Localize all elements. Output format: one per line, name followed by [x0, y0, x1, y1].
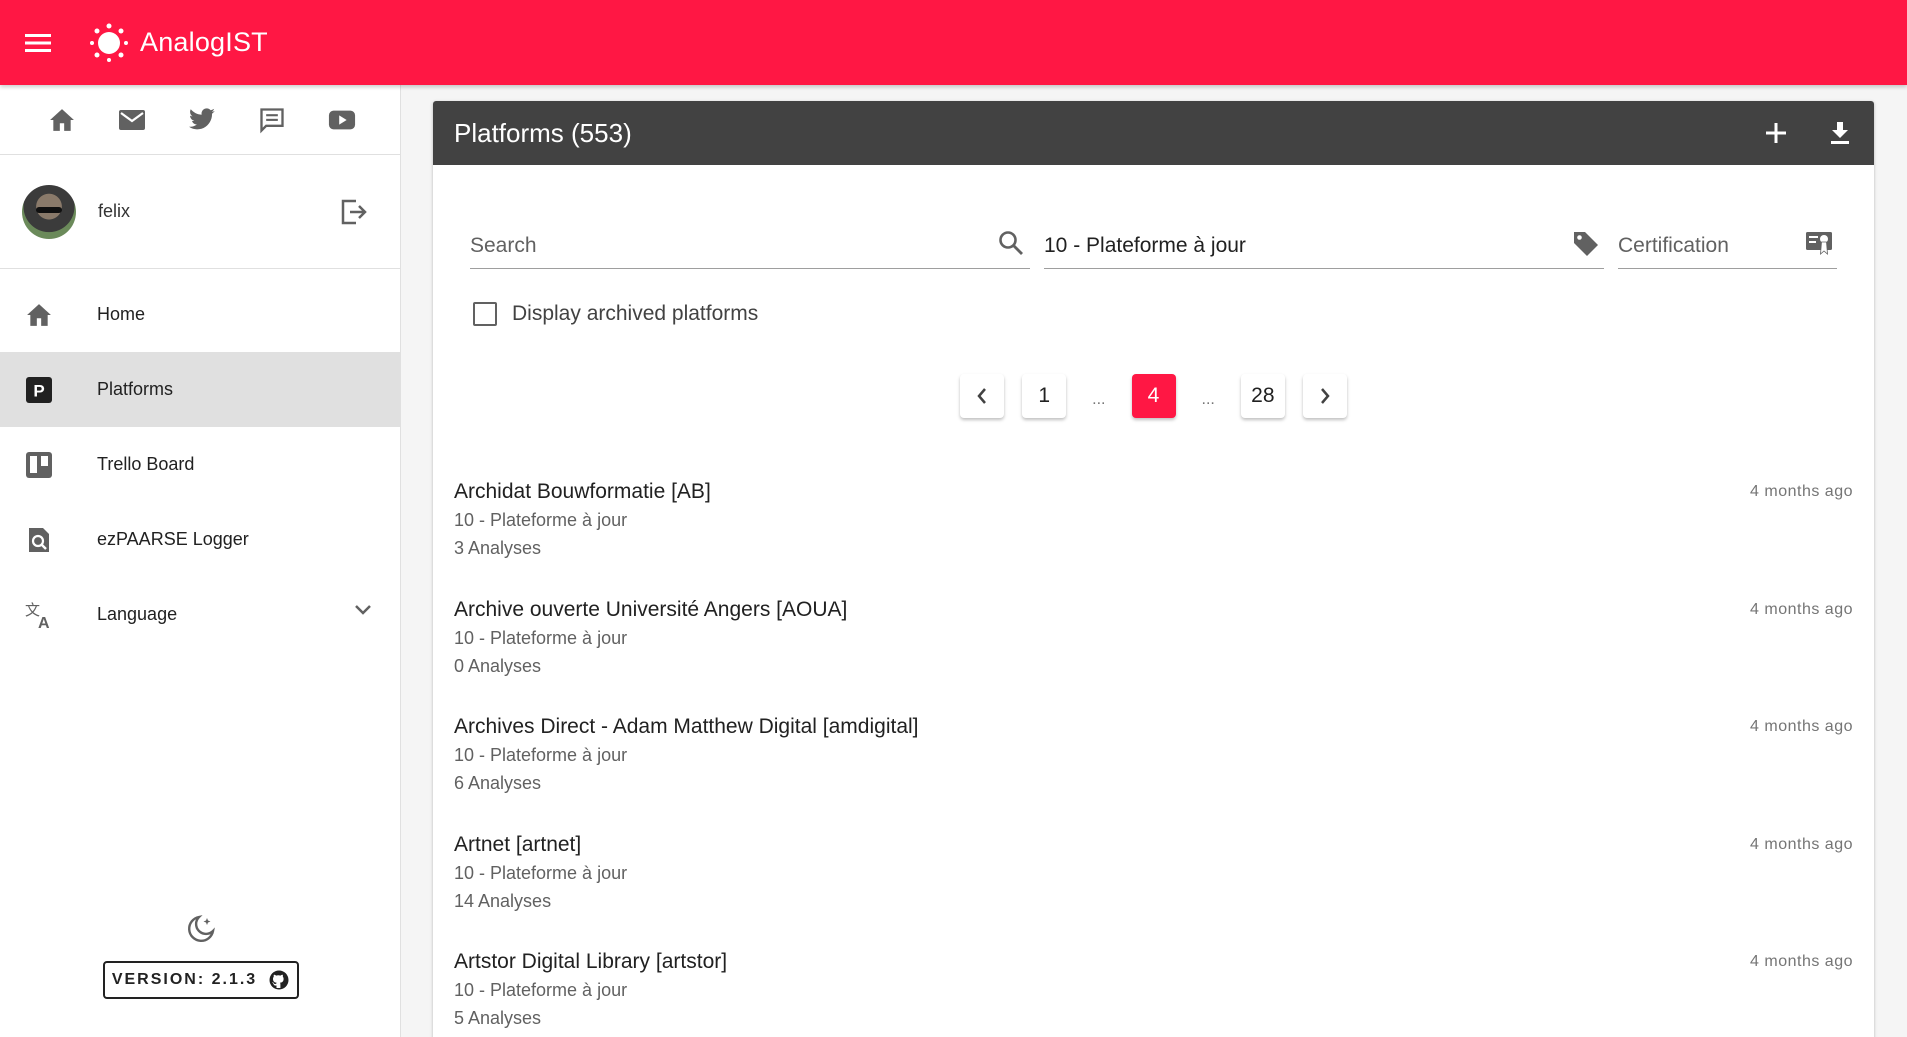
log-search-icon: [24, 525, 54, 555]
page-button-first[interactable]: 1: [1022, 374, 1067, 418]
pagination-ellipsis: ...: [1092, 391, 1106, 408]
certification-field[interactable]: [1618, 211, 1837, 269]
logo-icon: [88, 22, 130, 64]
pagination: 1 ... 4 ... 28: [433, 374, 1874, 418]
version-button[interactable]: VERSION: 2.1.3: [102, 961, 299, 999]
app-bar: AnalogIST: [0, 0, 1907, 85]
version-label: VERSION: 2.1.3: [111, 971, 258, 988]
github-icon: [269, 970, 289, 990]
sidebar-item-ezpaarse-logger[interactable]: ezPAARSE Logger: [0, 502, 400, 577]
platform-analyses: 14 Analyses: [454, 890, 552, 911]
next-page-button[interactable]: [1302, 374, 1347, 418]
user-profile: felix: [0, 155, 400, 269]
trello-icon: [24, 450, 54, 480]
platform-name: Artstor Digital Library [artstor]: [454, 950, 728, 973]
tag-filter-input[interactable]: [1044, 234, 1492, 258]
platform-status: 10 - Plateforme à jour: [454, 745, 628, 765]
platform-updated: 4 months ago: [1750, 483, 1853, 500]
list-item[interactable]: Artstor Digital Library [artstor] 10 - P…: [433, 937, 1874, 1037]
platform-p-icon: P: [24, 375, 54, 405]
platform-status: 10 - Plateforme à jour: [454, 627, 628, 648]
svg-text:A: A: [38, 615, 50, 630]
list-item[interactable]: Artnet [artnet] 10 - Plateforme à jour 1…: [433, 820, 1874, 938]
platform-updated: 4 months ago: [1750, 718, 1853, 735]
download-icon[interactable]: [1824, 117, 1856, 149]
search-input[interactable]: [470, 234, 918, 258]
platform-status: 10 - Plateforme à jour: [454, 862, 628, 883]
list-item[interactable]: Archives Direct - Adam Matthew Digital […: [433, 702, 1874, 820]
avatar: [22, 184, 76, 239]
platform-status: 10 - Plateforme à jour: [454, 980, 628, 1000]
platform-updated: 4 months ago: [1750, 600, 1853, 618]
sidebar-item-label: Language: [97, 604, 178, 624]
search-icon[interactable]: [998, 230, 1026, 258]
sidebar-item-label: ezPAARSE Logger: [97, 529, 249, 549]
certification-input[interactable]: [1618, 234, 1772, 258]
sidebar-item-language[interactable]: 文A Language: [0, 577, 400, 652]
home-icon[interactable]: [48, 106, 76, 134]
card-toolbar: Platforms (553): [433, 101, 1874, 165]
platform-analyses: 3 Analyses: [454, 538, 542, 558]
youtube-icon[interactable]: [328, 106, 356, 134]
twitter-icon[interactable]: [188, 106, 216, 134]
prev-page-button[interactable]: [960, 374, 1005, 418]
chevron-right-icon: [1320, 388, 1330, 404]
tag-icon[interactable]: [1572, 230, 1600, 258]
add-icon[interactable]: [1760, 117, 1792, 149]
translate-icon: 文A: [24, 600, 54, 630]
dark-mode-icon[interactable]: [185, 913, 217, 945]
chat-icon[interactable]: [258, 106, 286, 134]
svg-text:P: P: [33, 381, 44, 400]
filters: [470, 211, 1842, 271]
sidebar: felix Home P Platforms Trello Board ezPA…: [0, 85, 401, 1037]
menu-icon[interactable]: [23, 28, 53, 58]
platform-name: Archidat Bouwformatie [AB]: [454, 480, 711, 503]
page-button-last[interactable]: 28: [1240, 374, 1285, 418]
logout-icon[interactable]: [340, 197, 370, 227]
sidebar-item-platforms[interactable]: P Platforms: [0, 352, 400, 427]
chevron-left-icon: [977, 388, 987, 404]
list-item[interactable]: Archidat Bouwformatie [AB] 10 - Platefor…: [433, 467, 1874, 585]
platform-analyses: 5 Analyses: [454, 1008, 542, 1028]
platform-name: Artnet [artnet]: [454, 832, 582, 856]
platform-updated: 4 months ago: [1750, 953, 1853, 970]
tag-filter-field[interactable]: [1044, 211, 1604, 269]
platform-name: Archive ouverte Université Angers [AOUA]: [454, 597, 848, 621]
app-title: AnalogIST: [140, 27, 268, 57]
mail-icon[interactable]: [118, 106, 146, 134]
certificate-icon[interactable]: [1805, 230, 1833, 258]
platform-analyses: 0 Analyses: [454, 655, 542, 676]
search-field[interactable]: [470, 211, 1030, 269]
list-item[interactable]: Archive ouverte Université Angers [AOUA]…: [433, 585, 1874, 703]
sidebar-item-label: Home: [97, 304, 146, 324]
sidebar-item-label: Trello Board: [97, 454, 195, 474]
home-icon: [24, 300, 54, 330]
page-title: Platforms (553): [454, 117, 632, 148]
platform-name: Archives Direct - Adam Matthew Digital […: [454, 715, 919, 738]
platform-updated: 4 months ago: [1750, 835, 1853, 853]
sidebar-item-home[interactable]: Home: [0, 277, 400, 352]
chevron-down-icon: [354, 603, 372, 621]
sidebar-item-trello[interactable]: Trello Board: [0, 427, 400, 502]
platform-analyses: 6 Analyses: [454, 773, 542, 793]
platforms-card: Platforms (553) Display: [433, 101, 1874, 1037]
pagination-ellipsis: ...: [1201, 391, 1215, 408]
platform-list: Archidat Bouwformatie [AB] 10 - Platefor…: [433, 467, 1874, 1037]
social-links: [0, 85, 400, 155]
platform-status: 10 - Plateforme à jour: [454, 510, 628, 530]
sidebar-item-label: Platforms: [97, 379, 174, 399]
archived-checkbox[interactable]: [473, 302, 497, 326]
sidebar-nav: Home P Platforms Trello Board ezPAARSE L…: [0, 269, 400, 652]
user-name: felix: [98, 201, 131, 221]
archived-toggle[interactable]: Display archived platforms: [473, 302, 758, 326]
sidebar-footer: VERSION: 2.1.3: [0, 907, 401, 1037]
archived-label: Display archived platforms: [512, 302, 759, 325]
page-button-current[interactable]: 4: [1131, 374, 1176, 418]
